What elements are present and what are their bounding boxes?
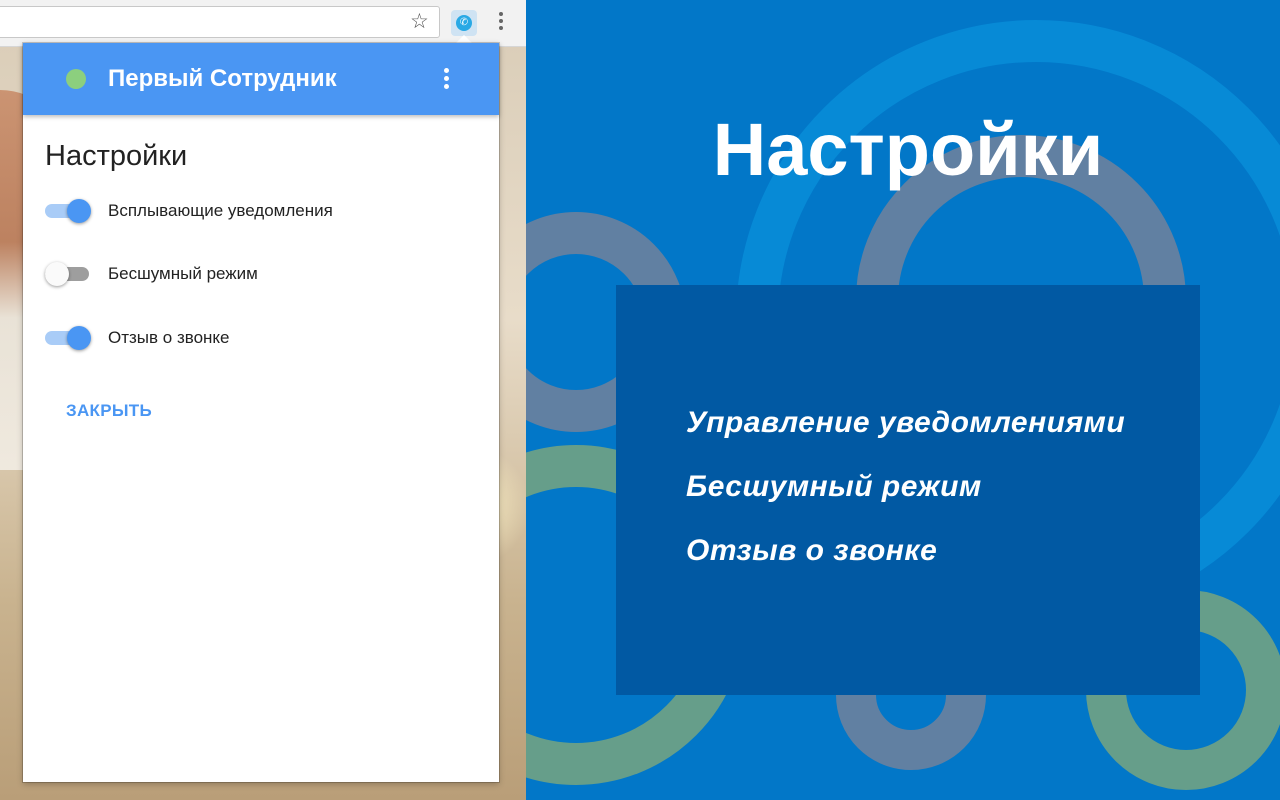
status-indicator <box>66 69 86 89</box>
promo-feature-box: Управление уведомлениями Бесшумный режим… <box>616 285 1200 695</box>
toggle-thumb <box>45 262 69 286</box>
more-options-icon[interactable] <box>441 68 451 92</box>
setting-row-popup-notifications: Всплывающие уведомления <box>45 196 485 226</box>
star-icon[interactable]: ☆ <box>410 10 429 34</box>
kebab-menu-icon[interactable] <box>497 12 505 34</box>
browser-toolbar: ☆ ✆ <box>0 0 526 47</box>
phone-icon: ✆ <box>456 15 472 31</box>
promo-feature-item: Бесшумный режим <box>686 470 982 503</box>
setting-row-silent-mode: Бесшумный режим <box>45 259 485 289</box>
popup-header: Первый Сотрудник <box>23 43 499 115</box>
extension-popup: Первый Сотрудник Настройки Всплывающие у… <box>23 43 499 782</box>
silent-mode-toggle[interactable] <box>45 259 91 289</box>
promo-title: Настройки <box>712 108 1104 191</box>
promo-panel: Настройки Управление уведомлениями Бесшу… <box>526 0 1280 800</box>
phone-extension-icon[interactable]: ✆ <box>451 10 477 36</box>
popup-notifications-toggle[interactable] <box>45 196 91 226</box>
close-button[interactable]: ЗАКРЫТЬ <box>66 401 152 421</box>
toggle-thumb <box>67 326 91 350</box>
promo-feature-item: Отзыв о звонке <box>686 534 938 567</box>
popup-title: Первый Сотрудник <box>108 65 337 92</box>
setting-row-call-feedback: Отзыв о звонке <box>45 323 485 353</box>
address-bar[interactable] <box>0 6 440 38</box>
toggle-thumb <box>67 199 91 223</box>
setting-label: Бесшумный режим <box>108 264 258 283</box>
call-feedback-toggle[interactable] <box>45 323 91 353</box>
promo-feature-item: Управление уведомлениями <box>686 406 1126 439</box>
browser-window: ☆ ✆ Первый Сотрудник Настройки Всплывающ… <box>0 0 526 800</box>
setting-label: Отзыв о звонке <box>108 328 230 347</box>
settings-heading: Настройки <box>45 140 188 172</box>
setting-label: Всплывающие уведомления <box>108 201 333 220</box>
